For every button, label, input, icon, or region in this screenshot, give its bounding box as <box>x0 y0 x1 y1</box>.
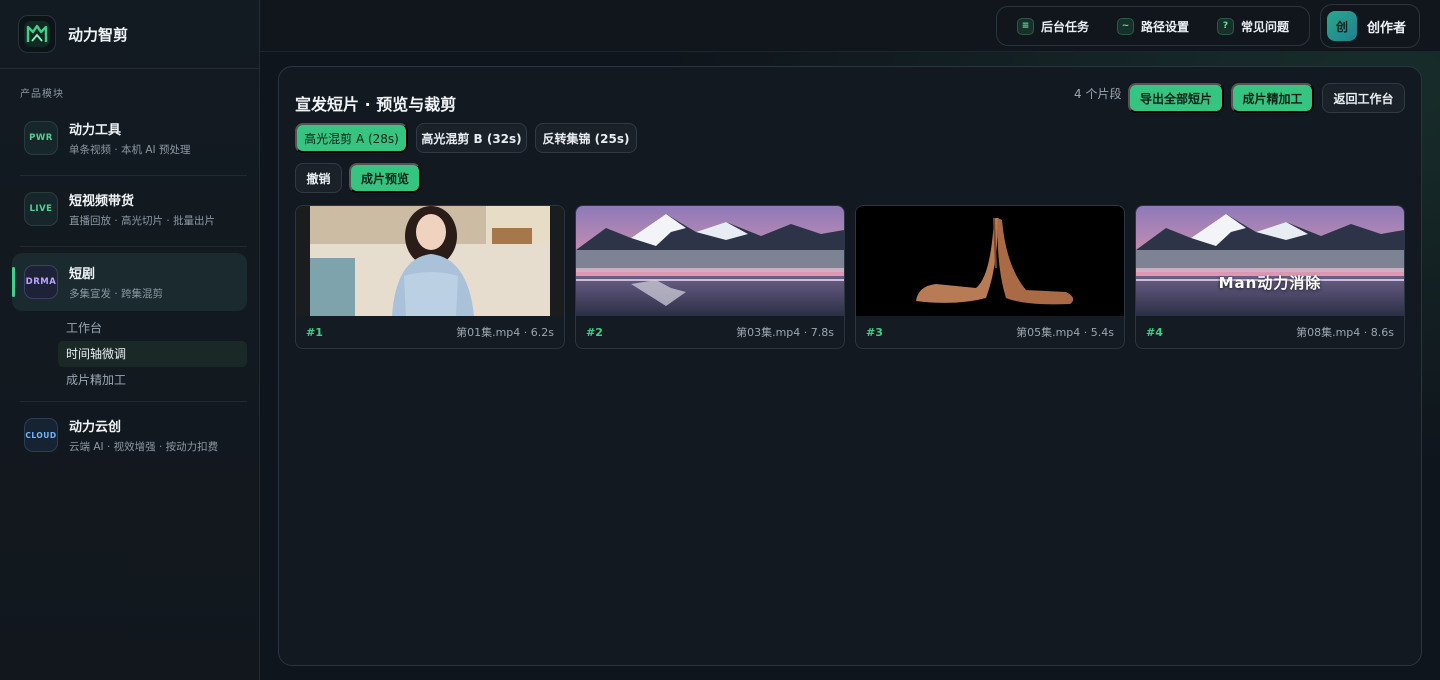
path-icon: ~ <box>1116 17 1134 35</box>
module-title: 动力工具 <box>69 123 122 138</box>
clip-index: #2 <box>586 325 603 339</box>
background-tasks-button[interactable]: ≡ 后台任务 <box>1016 17 1089 35</box>
preview-panel: 宣发短片 · 预览与裁剪 4 个片段 导出全部短片 成片精加工 返回工作台 高光… <box>278 66 1422 666</box>
divider <box>20 246 247 247</box>
quick-label: 路径设置 <box>1140 19 1189 34</box>
subnav-workbench[interactable]: 工作台 <box>58 315 247 341</box>
module-drama[interactable]: DRMA 短剧 多集宣发 · 跨集混剪 <box>12 253 247 311</box>
module-subtitle: 云端 AI · 视效增强 · 按动力扣费 <box>69 441 219 453</box>
clip-thumbnail <box>296 206 564 316</box>
clip-meta: 第05集.mp4 · 5.4s <box>1016 326 1114 339</box>
app-logo-icon <box>18 15 56 53</box>
divider <box>20 175 247 176</box>
clip-thumbnail <box>576 206 844 316</box>
module-title: 动力云创 <box>69 420 122 435</box>
clip-thumbnail: Man动力消除 <box>1136 206 1404 316</box>
user-menu[interactable]: 创 创作者 <box>1320 4 1420 48</box>
module-subtitle: 单条视频 · 本机 AI 预处理 <box>69 144 191 156</box>
module-live-commerce[interactable]: LIVE 短视频带货 直播回放 · 高光切片 · 批量出片 <box>12 180 247 238</box>
tab-highlight-a[interactable]: 高光混剪 A (28s) <box>295 123 408 153</box>
live-icon: LIVE <box>24 192 58 226</box>
list-icon: ≡ <box>1016 17 1034 35</box>
page-title: 宣发短片 · 预览与裁剪 <box>295 95 457 114</box>
clip-card[interactable]: Man动力消除 #4 第08集.mp4 · 8.6s <box>1135 205 1405 349</box>
pwr-icon: PWR <box>24 121 58 155</box>
brand[interactable]: 动力智剪 <box>0 0 259 69</box>
clip-card[interactable]: #1 第01集.mp4 · 6.2s <box>295 205 565 349</box>
clip-index: #1 <box>306 325 323 339</box>
back-to-workbench-button[interactable]: 返回工作台 <box>1322 83 1405 113</box>
faq-button[interactable]: ? 常见问题 <box>1216 17 1289 35</box>
sidebar: 动力智剪 产品模块 PWR 动力工具 单条视频 · 本机 AI 预处理 LIVE… <box>0 0 260 680</box>
clip-card[interactable]: #2 第03集.mp4 · 7.8s <box>575 205 845 349</box>
clip-meta: 第08集.mp4 · 8.6s <box>1296 326 1394 339</box>
refine-button[interactable]: 成片精加工 <box>1231 83 1314 113</box>
module-power-tools[interactable]: PWR 动力工具 单条视频 · 本机 AI 预处理 <box>12 109 247 167</box>
clip-index: #4 <box>1146 325 1163 339</box>
divider <box>20 401 247 402</box>
quick-label: 常见问题 <box>1240 19 1289 34</box>
module-subtitle: 多集宣发 · 跨集混剪 <box>69 288 164 300</box>
quick-label: 后台任务 <box>1040 19 1089 34</box>
tab-highlight-b[interactable]: 高光混剪 B (32s) <box>416 123 527 153</box>
undo-button[interactable]: 撤销 <box>295 163 342 193</box>
clip-index: #3 <box>866 325 883 339</box>
export-all-button[interactable]: 导出全部短片 <box>1128 83 1224 113</box>
segment-count: 4 个片段 <box>1074 87 1122 101</box>
tab-reversal[interactable]: 反转集锦 (25s) <box>535 123 637 153</box>
subnav-timeline[interactable]: 时间轴微调 <box>58 341 247 367</box>
help-icon: ? <box>1216 17 1234 35</box>
drama-subnav: 工作台 时间轴微调 成片精加工 <box>58 315 247 393</box>
app-name: 动力智剪 <box>68 25 129 44</box>
final-preview-button[interactable]: 成片预览 <box>349 163 421 193</box>
module-cloud[interactable]: CLOUD 动力云创 云端 AI · 视效增强 · 按动力扣费 <box>12 406 247 464</box>
clip-thumbnail <box>856 206 1124 316</box>
avatar: 创 <box>1327 11 1357 41</box>
clip-card[interactable]: #3 第05集.mp4 · 5.4s <box>855 205 1125 349</box>
clip-overlay-text: Man动力消除 <box>1218 274 1322 292</box>
user-name: 创作者 <box>1367 20 1407 36</box>
clip-meta: 第01集.mp4 · 6.2s <box>456 326 554 339</box>
path-settings-button[interactable]: ~ 路径设置 <box>1116 17 1189 35</box>
clip-meta: 第03集.mp4 · 7.8s <box>736 326 834 339</box>
quick-actions: ≡ 后台任务 ~ 路径设置 ? 常见问题 <box>996 6 1310 46</box>
module-title: 短视频带货 <box>69 194 135 209</box>
subnav-refine[interactable]: 成片精加工 <box>58 367 247 393</box>
cloud-icon: CLOUD <box>24 418 58 452</box>
drama-icon: DRMA <box>24 265 58 299</box>
section-label: 产品模块 <box>20 89 64 100</box>
topbar: ≡ 后台任务 ~ 路径设置 ? 常见问题 创 创作者 <box>260 0 1440 52</box>
module-subtitle: 直播回放 · 高光切片 · 批量出片 <box>69 215 216 227</box>
module-title: 短剧 <box>69 267 96 282</box>
